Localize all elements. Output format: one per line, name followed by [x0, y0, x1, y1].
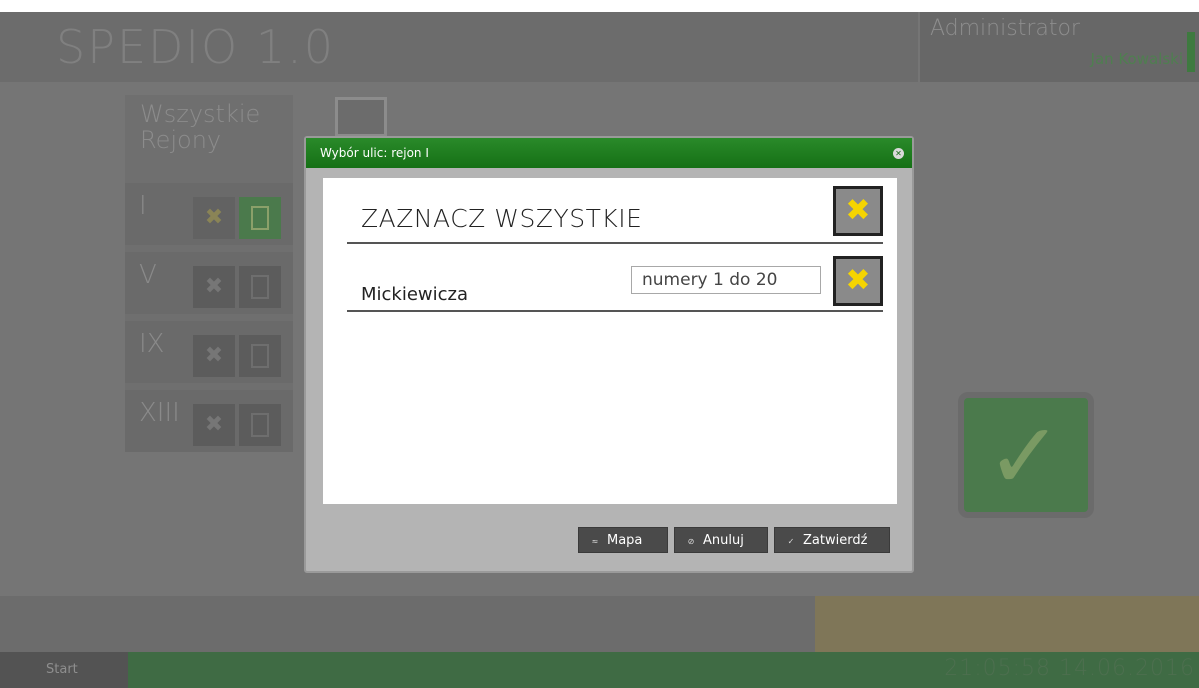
map-icon: ≈ [591, 537, 599, 546]
region-row: XIII ✖ [125, 390, 293, 452]
street-numbers-input[interactable] [631, 266, 821, 294]
x-icon: ✖ [845, 193, 871, 228]
region-row: I ✖ [125, 183, 293, 245]
region-document-button[interactable] [239, 335, 281, 377]
cancel-icon: ⊘ [687, 537, 695, 546]
region-label: XIII [139, 398, 180, 428]
user-accent-bar [1187, 32, 1195, 72]
street-selection-dialog: Wybór ulic: rejon I ✕ ZAZNACZ WSZYSTKIE … [304, 136, 914, 573]
user-name: Jan Kowalski [1090, 50, 1183, 68]
document-icon [251, 344, 269, 368]
confirm-button[interactable]: ✓ Zatwierdź [774, 527, 890, 553]
user-panel: Administrator Jan Kowalski [920, 12, 1199, 82]
region-document-button[interactable] [239, 266, 281, 308]
x-icon: ✖ [204, 343, 224, 368]
user-role: Administrator [930, 16, 1080, 41]
document-icon [251, 206, 269, 230]
all-regions-checkbox[interactable] [335, 97, 387, 137]
region-label: I [139, 191, 147, 221]
all-regions-label: Wszystkie Rejony [140, 100, 261, 154]
region-label: V [139, 260, 157, 290]
select-all-toggle-button[interactable]: ✖ [833, 186, 883, 236]
region-remove-button[interactable]: ✖ [193, 335, 235, 377]
x-icon: ✖ [845, 263, 871, 298]
dialog-button-bar: ≈ Mapa ⊘ Anuluj ✓ Zatwierdź [306, 523, 912, 553]
bottom-bar [0, 596, 815, 652]
regions-panel: Wszystkie Rejony I ✖ V ✖ IX ✖ XIII ✖ [125, 95, 387, 452]
app-title: SPEDIO 1.0 [0, 12, 918, 82]
document-icon [251, 413, 269, 437]
select-all-row: ZAZNACZ WSZYSTKIE ✖ [347, 186, 883, 244]
street-row: Mickiewicza ✖ [347, 252, 883, 312]
street-toggle-button[interactable]: ✖ [833, 256, 883, 306]
select-all-label: ZAZNACZ WSZYSTKIE [361, 204, 643, 233]
region-remove-button[interactable]: ✖ [193, 197, 235, 239]
region-label: IX [139, 329, 165, 359]
street-name: Mickiewicza [361, 284, 469, 305]
map-button-label: Mapa [607, 533, 643, 548]
dialog-header: Wybór ulic: rejon I ✕ [306, 138, 912, 168]
cancel-button-label: Anuluj [703, 533, 744, 548]
region-remove-button[interactable]: ✖ [193, 404, 235, 446]
x-icon: ✖ [204, 412, 224, 437]
document-icon [251, 275, 269, 299]
confirm-button-label: Zatwierdź [803, 533, 868, 548]
map-button[interactable]: ≈ Mapa [578, 527, 668, 553]
region-document-button[interactable] [239, 404, 281, 446]
check-icon: ✓ [986, 403, 1064, 510]
dialog-close-button[interactable]: ✕ [893, 148, 904, 159]
region-row: V ✖ [125, 252, 293, 314]
region-document-button[interactable] [239, 197, 281, 239]
taskbar: Start 21:05:58 14.06.2016 [0, 652, 1199, 688]
close-icon: ✕ [895, 149, 902, 158]
dialog-body: ZAZNACZ WSZYSTKIE ✖ Mickiewicza ✖ [323, 178, 897, 504]
x-icon: ✖ [204, 205, 224, 230]
x-icon: ✖ [204, 274, 224, 299]
region-row: IX ✖ [125, 321, 293, 383]
dialog-title: Wybór ulic: rejon I [320, 146, 429, 160]
clock: 21:05:58 14.06.2016 [944, 656, 1195, 681]
cancel-button[interactable]: ⊘ Anuluj [674, 527, 768, 553]
check-icon: ✓ [787, 537, 795, 546]
region-remove-button[interactable]: ✖ [193, 266, 235, 308]
start-button[interactable]: Start [0, 652, 128, 688]
confirm-main-button[interactable]: ✓ [958, 392, 1094, 518]
bottom-accent-panel [815, 596, 1199, 652]
